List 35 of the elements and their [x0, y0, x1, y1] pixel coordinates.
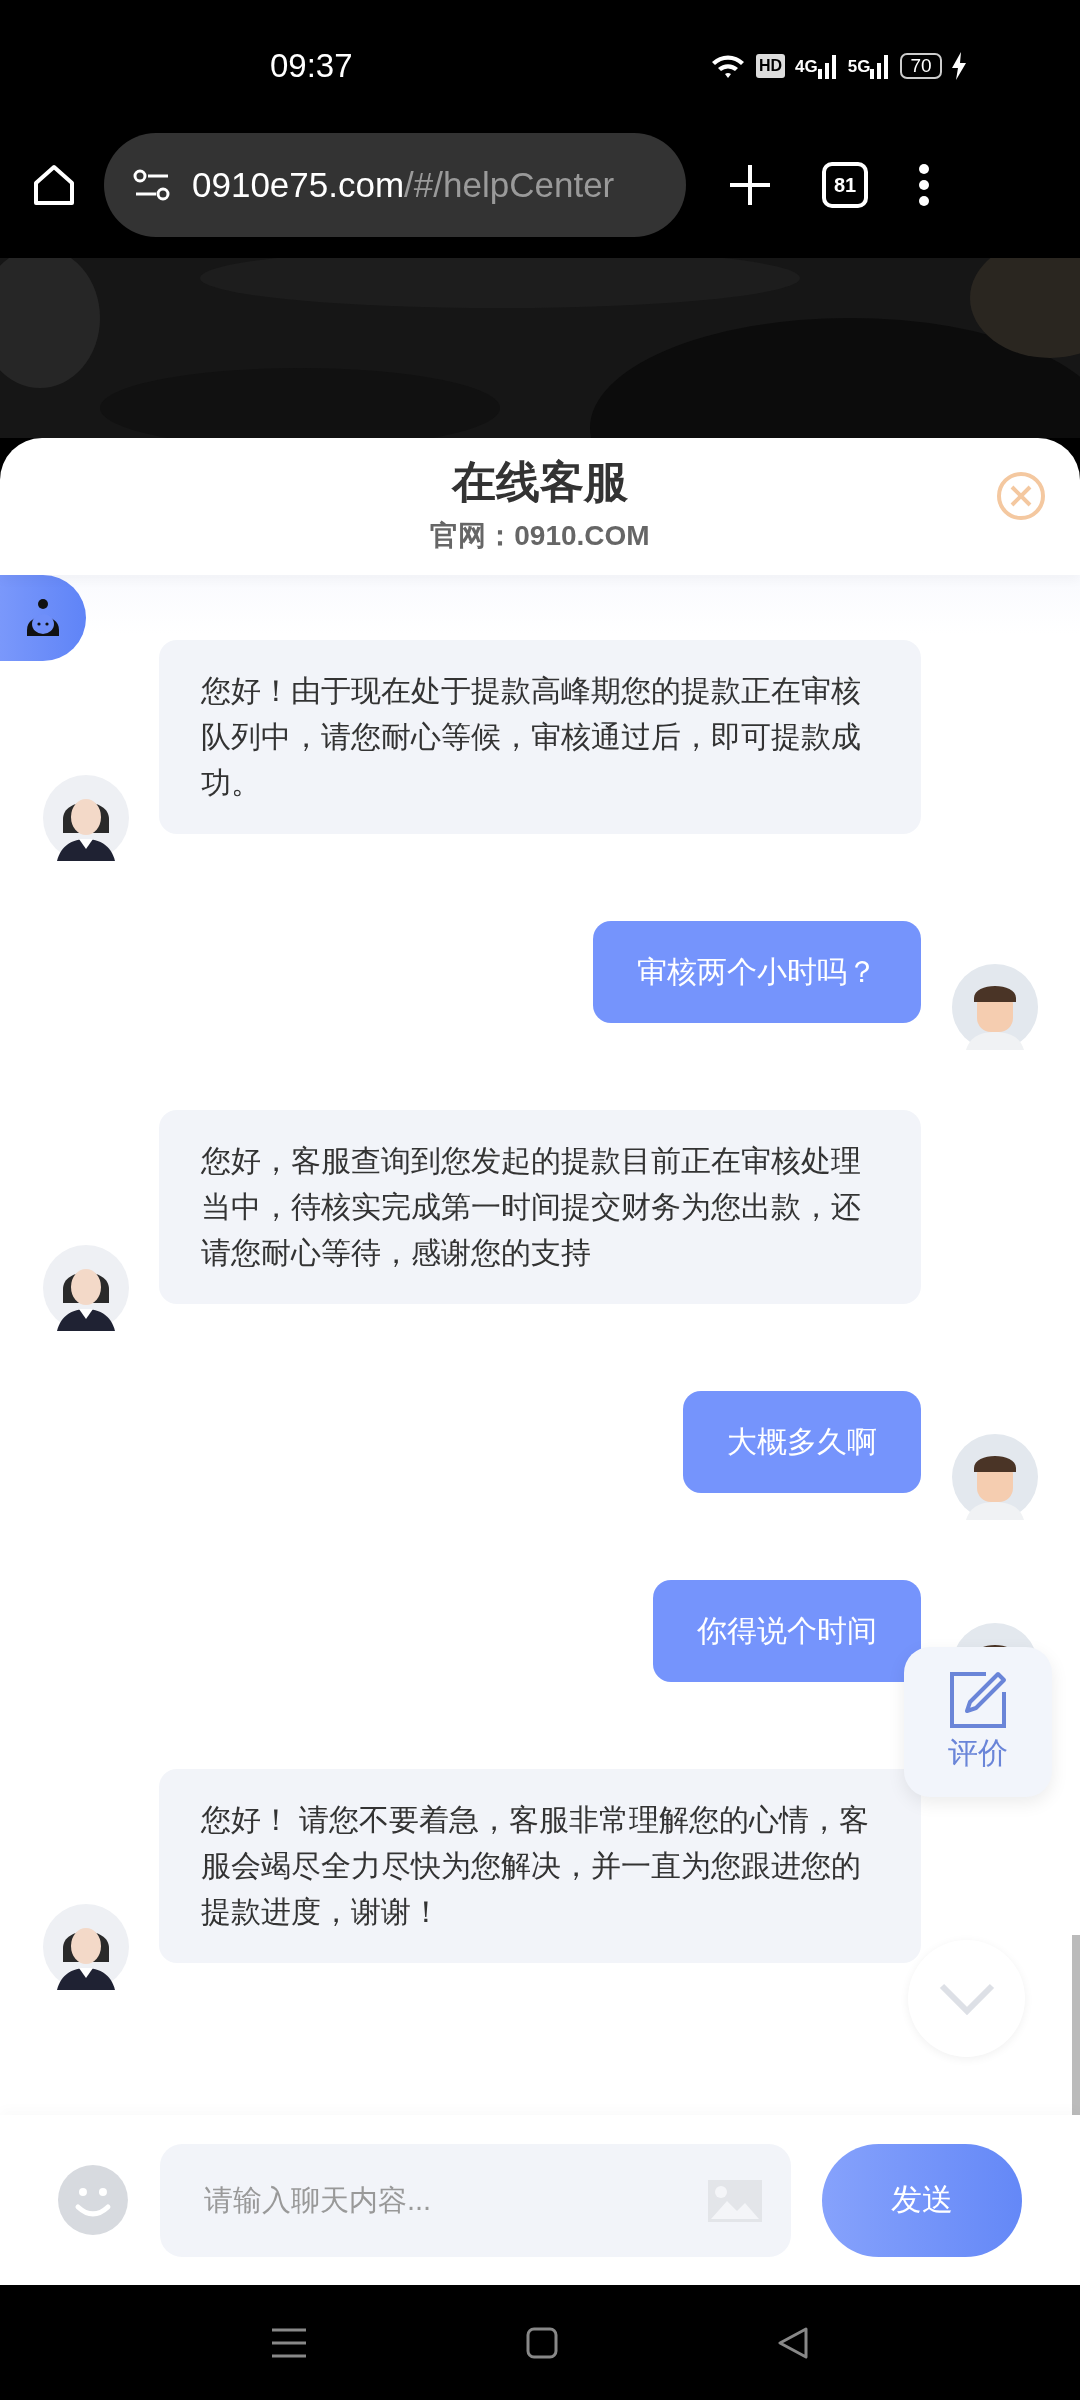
edit-icon: [948, 1669, 1008, 1730]
battery-indicator: 70: [900, 53, 942, 79]
home-nav-button[interactable]: [526, 2326, 558, 2359]
clock-text: 09:37: [270, 46, 354, 87]
message-bubble: 您好！由于现在处于提款高峰期您的提款正在审核队列中，请您耐心等候，审核通过后，即可提款成功。: [159, 640, 921, 834]
menu-button[interactable]: [918, 163, 930, 207]
message-bubble: 大概多久啊: [683, 1391, 921, 1493]
website-text: 官网：0910.COM: [430, 518, 650, 553]
network-label: 4G: [795, 55, 818, 78]
site-settings-icon: [132, 168, 172, 202]
charging-icon: [951, 52, 966, 80]
menu-icon: [272, 2327, 306, 2358]
message-bubble: 你得说个时间: [653, 1580, 921, 1682]
back-button[interactable]: [778, 2326, 808, 2359]
chat-title: 在线客服: [452, 456, 628, 509]
signal-icon: [817, 53, 838, 79]
message-bubble: 您好，客服查询到您发起的提款目前正在审核处理当中，待核实完成第一时间提交财务为您出款，还请您耐心等待，感谢您的支持: [159, 1110, 921, 1304]
new-tab-button[interactable]: [728, 163, 772, 207]
service-button[interactable]: [0, 575, 86, 661]
hd-label: HD: [756, 54, 786, 78]
more-icon: [918, 163, 930, 207]
back-icon: [778, 2326, 808, 2359]
chevron-down-icon: [938, 1982, 995, 2015]
url-text: 0910e75.com/#/helpCenter: [192, 163, 615, 206]
network-label: 5G: [847, 55, 871, 78]
plus-icon: [728, 163, 772, 207]
tab-count-button[interactable]: 81: [822, 162, 868, 208]
square-icon: [526, 2326, 558, 2359]
message-bubble: 审核两个小时吗？: [593, 921, 921, 1023]
recent-apps-button[interactable]: [272, 2327, 306, 2358]
message-input[interactable]: 请输入聊天内容...: [159, 2143, 792, 2257]
signal-icon: [870, 53, 891, 79]
close-icon: [996, 471, 1046, 521]
address-bar[interactable]: 0910e75.com/#/helpCenter: [104, 133, 686, 237]
message-bubble: 您好！ 请您不要着急，客服非常理解您的心情，客服会竭尽全力尽快为您解决，并一直为您跟进您的提款进度，谢谢！: [159, 1769, 921, 1963]
